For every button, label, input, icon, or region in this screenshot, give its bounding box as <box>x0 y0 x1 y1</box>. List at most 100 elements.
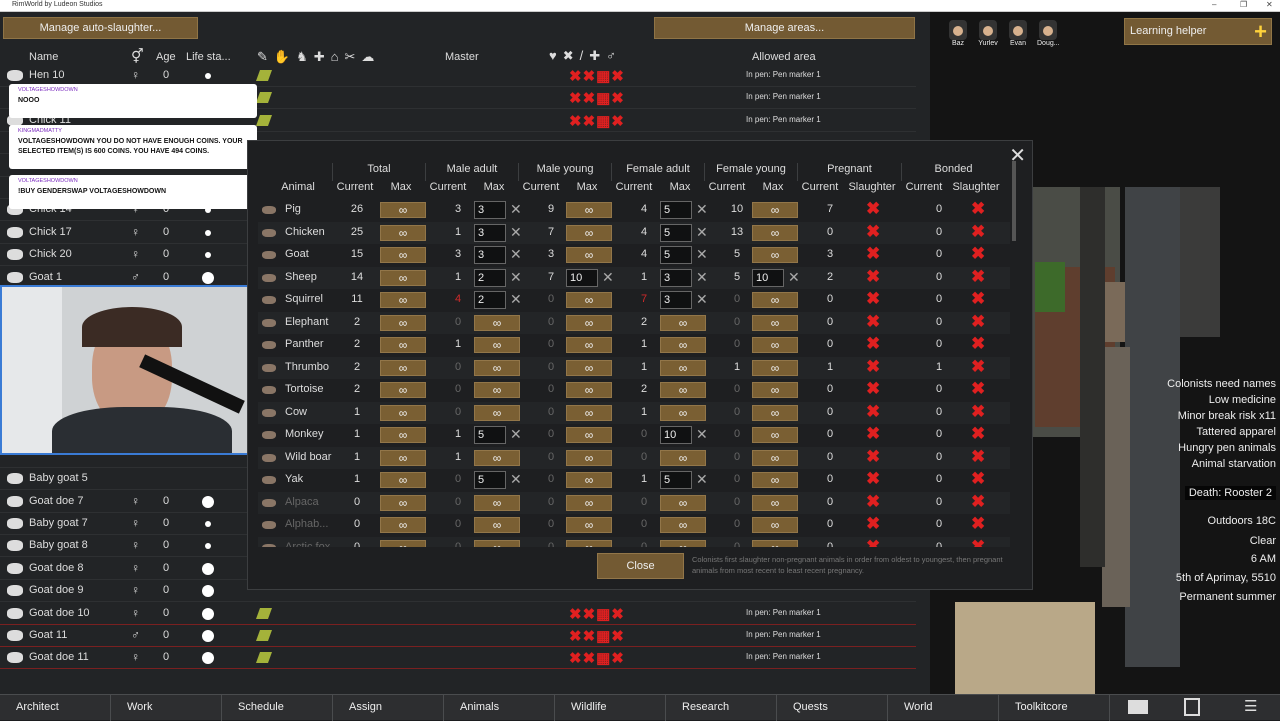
clear-limit-icon[interactable]: ✕ <box>510 224 522 241</box>
slaughter-toggle-icon[interactable]: ✖ <box>866 222 880 242</box>
animal-name[interactable]: Goat 1 <box>29 271 62 283</box>
name-column-header[interactable]: Name <box>29 51 58 63</box>
unlimited-button[interactable]: ∞ <box>380 539 426 547</box>
max-input[interactable]: 10 <box>566 268 598 287</box>
slaughter-toggle-icon[interactable]: ✖ <box>971 312 985 332</box>
learning-helper-button[interactable]: Learning helper + <box>1124 18 1272 45</box>
slaughter-toggle-icon[interactable]: ✖ <box>866 244 880 264</box>
life-stage-column-header[interactable]: Life sta... <box>186 51 231 63</box>
slaughter-toggle-icons[interactable]: ✖✖▦✖ <box>569 605 625 623</box>
unlimited-button[interactable]: ∞ <box>566 539 612 547</box>
clear-limit-icon[interactable]: ✕ <box>696 201 708 218</box>
slaughter-icons[interactable]: ♥✖/✚♂ <box>549 48 622 64</box>
unlimited-button[interactable]: ∞ <box>660 449 706 466</box>
unlimited-button[interactable]: ∞ <box>474 539 520 547</box>
slaughter-toggle-icon[interactable]: ✖ <box>866 379 880 399</box>
slaughter-toggle-icons[interactable]: ✖✖▦✖ <box>569 89 625 107</box>
unlimited-button[interactable]: ∞ <box>566 494 612 511</box>
tab-wildlife[interactable]: Wildlife <box>555 695 666 721</box>
master-column-header[interactable]: Master <box>445 51 479 63</box>
unlimited-button[interactable]: ∞ <box>380 359 426 376</box>
unlimited-button[interactable]: ∞ <box>380 202 426 218</box>
slaughter-toggle-icon[interactable]: ✖ <box>971 222 985 242</box>
colonist-portrait-evan[interactable]: Evan <box>1007 20 1029 47</box>
animal-name[interactable]: Hen 10 <box>29 69 64 81</box>
max-input[interactable]: 5 <box>474 471 506 489</box>
unlimited-button[interactable]: ∞ <box>474 404 520 421</box>
unlimited-button[interactable]: ∞ <box>474 314 520 331</box>
max-input[interactable]: 3 <box>660 291 692 309</box>
unlimited-button[interactable]: ∞ <box>752 247 798 263</box>
slaughter-toggle-icon[interactable]: ✖ <box>866 312 880 332</box>
unlimited-button[interactable]: ∞ <box>566 359 612 376</box>
training-icons[interactable]: ✎✋♞✚⌂✂☁ <box>257 49 380 65</box>
animal-name[interactable]: Goat doe 10 <box>29 607 90 619</box>
animal-row[interactable]: Goat doe 11 ♀ 0 ✖✖▦✖ In pen: Pen marker 1 <box>0 647 916 670</box>
alert-item[interactable]: Animal starvation <box>1192 458 1276 470</box>
clear-limit-icon[interactable]: ✕ <box>510 269 522 286</box>
unlimited-button[interactable]: ∞ <box>660 314 706 331</box>
slaughter-toggle-icon[interactable]: ✖ <box>971 469 985 489</box>
unlimited-button[interactable]: ∞ <box>752 224 798 241</box>
slaughter-toggle-icon[interactable]: ✖ <box>866 537 880 548</box>
clear-limit-icon[interactable]: ✕ <box>602 269 614 286</box>
unlimited-button[interactable]: ∞ <box>660 404 706 421</box>
clear-limit-icon[interactable]: ✕ <box>510 291 522 308</box>
slaughter-toggle-icons[interactable]: ✖✖▦✖ <box>569 627 625 645</box>
unlimited-button[interactable]: ∞ <box>380 247 426 263</box>
animal-name[interactable]: Baby goat 8 <box>29 539 88 551</box>
manage-auto-slaughter-button[interactable]: Manage auto-slaughter... <box>3 17 198 39</box>
unlimited-button[interactable]: ∞ <box>566 382 612 398</box>
max-input[interactable]: 5 <box>660 201 692 219</box>
unlimited-button[interactable]: ∞ <box>566 404 612 421</box>
unlimited-button[interactable]: ∞ <box>380 472 426 488</box>
unlimited-button[interactable]: ∞ <box>566 314 612 331</box>
slaughter-toggle-icon[interactable]: ✖ <box>971 492 985 512</box>
book-icon[interactable] <box>1128 700 1148 714</box>
slaughter-toggle-icon[interactable]: ✖ <box>866 469 880 489</box>
colonist-portrait-yurlev[interactable]: Yurlev <box>977 20 999 47</box>
unlimited-button[interactable]: ∞ <box>660 359 706 376</box>
unlimited-button[interactable]: ∞ <box>566 337 612 353</box>
clear-limit-icon[interactable]: ✕ <box>510 471 522 488</box>
unlimited-button[interactable]: ∞ <box>660 539 706 547</box>
slaughter-toggle-icons[interactable]: ✖✖▦✖ <box>569 67 625 85</box>
slaughter-toggle-icon[interactable]: ✖ <box>971 267 985 287</box>
clear-limit-icon[interactable]: ✕ <box>696 426 708 443</box>
tab-schedule[interactable]: Schedule <box>222 695 333 721</box>
unlimited-button[interactable]: ∞ <box>474 337 520 353</box>
slaughter-toggle-icon[interactable]: ✖ <box>866 199 880 219</box>
unlimited-button[interactable]: ∞ <box>566 427 612 443</box>
max-input[interactable]: 5 <box>660 471 692 489</box>
tab-animals[interactable]: Animals <box>444 695 555 721</box>
max-input[interactable]: 2 <box>474 268 506 287</box>
unlimited-button[interactable]: ∞ <box>380 427 426 443</box>
max-input[interactable]: 2 <box>474 291 506 309</box>
allowed-area-column-header[interactable]: Allowed area <box>752 51 816 63</box>
clear-limit-icon[interactable]: ✕ <box>510 426 522 443</box>
max-input[interactable]: 10 <box>660 426 692 444</box>
unlimited-button[interactable]: ∞ <box>380 494 426 511</box>
tab-quests[interactable]: Quests <box>777 695 888 721</box>
allowed-area-value[interactable]: In pen: Pen marker 1 <box>746 608 821 617</box>
max-input[interactable]: 3 <box>660 268 692 287</box>
animal-name[interactable]: Chick 17 <box>29 226 72 238</box>
slaughter-toggle-icon[interactable]: ✖ <box>866 334 880 354</box>
max-input[interactable]: 5 <box>474 426 506 444</box>
unlimited-button[interactable]: ∞ <box>752 314 798 331</box>
train-icon[interactable] <box>255 630 273 641</box>
unlimited-button[interactable]: ∞ <box>380 269 426 286</box>
unlimited-button[interactable]: ∞ <box>660 337 706 353</box>
max-input[interactable]: 10 <box>752 268 784 287</box>
animal-name[interactable]: Goat 11 <box>29 629 67 641</box>
max-input[interactable]: 3 <box>474 201 506 219</box>
colonist-portrait-baz[interactable]: Baz <box>947 20 969 47</box>
animal-name[interactable]: Goat doe 11 <box>29 651 89 663</box>
max-input[interactable]: 5 <box>660 223 692 242</box>
unlimited-button[interactable]: ∞ <box>660 517 706 533</box>
close-dialog-button[interactable]: Close <box>597 553 684 579</box>
unlimited-button[interactable]: ∞ <box>566 292 612 308</box>
allowed-area-value[interactable]: In pen: Pen marker 1 <box>746 92 821 101</box>
clear-limit-icon[interactable]: ✕ <box>696 269 708 286</box>
clear-limit-icon[interactable]: ✕ <box>696 246 708 263</box>
